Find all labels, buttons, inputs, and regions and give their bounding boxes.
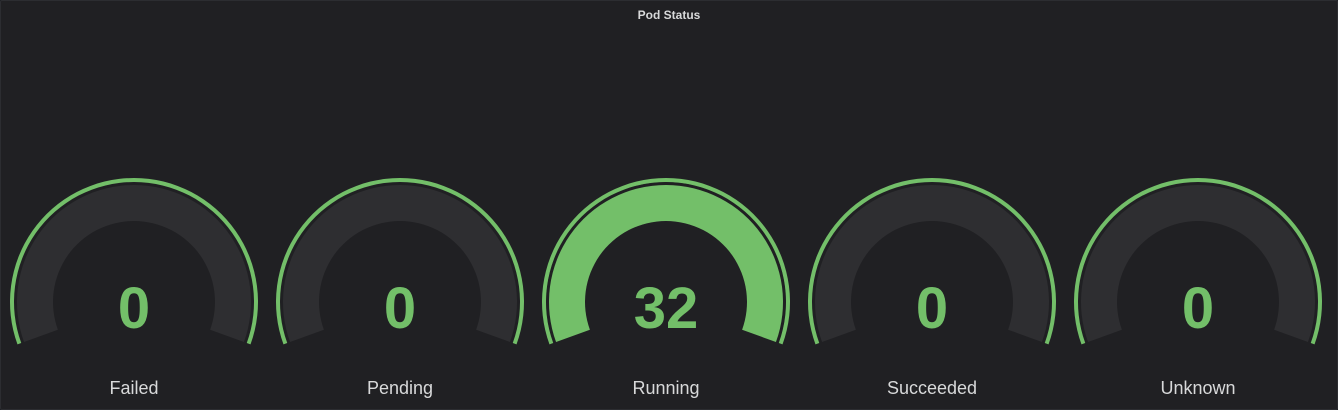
gauge-unknown-label: Unknown — [1160, 378, 1236, 398]
gauge-unknown-value: 0 — [1181, 276, 1215, 341]
gauge-running-label: Running — [632, 378, 700, 398]
gauge-succeeded-label: Succeeded — [886, 378, 978, 398]
gauge-succeeded-value: 0 — [915, 276, 949, 341]
gauge-failed-label: Failed — [109, 378, 159, 398]
gauge-failed: 0 Failed — [1, 151, 267, 409]
gauge-row: 0 Failed 0 Pending 32 Running 0 Succeede… — [1, 1, 1337, 409]
gauge-unknown: 0 Unknown — [1065, 151, 1331, 409]
gauge-pending: 0 Pending — [267, 151, 533, 409]
pod-status-panel: Pod Status 0 Failed 0 Pending 32 Running… — [0, 0, 1338, 410]
gauge-pending-value: 0 — [383, 276, 417, 341]
gauge-running: 32 Running — [533, 151, 799, 409]
gauge-failed-value: 0 — [117, 276, 151, 341]
gauge-pending-label: Pending — [366, 378, 434, 398]
gauge-running-value: 32 — [633, 276, 699, 341]
gauge-succeeded: 0 Succeeded — [799, 151, 1065, 409]
